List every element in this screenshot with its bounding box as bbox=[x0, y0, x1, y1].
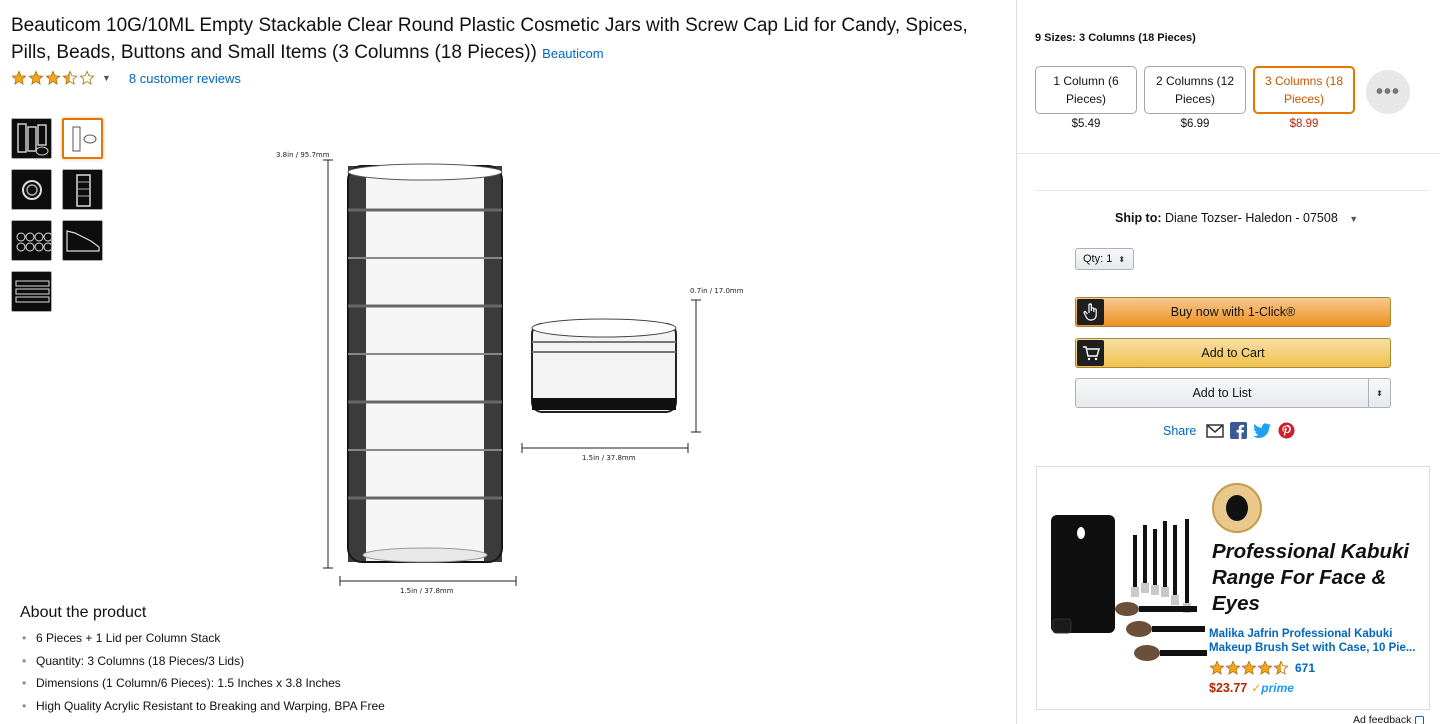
size-option-label: 1 Column (6 Pieces) bbox=[1053, 74, 1119, 106]
prime-label: prime bbox=[1261, 681, 1294, 695]
size-option-label: 2 Columns (12 Pieces) bbox=[1155, 74, 1235, 106]
size-price-2-columns: $6.99 bbox=[1180, 118, 1210, 130]
product-title: Beauticom 10G/10ML Empty Stackable Clear… bbox=[11, 12, 1011, 67]
thumbnail-1[interactable] bbox=[11, 118, 52, 159]
buy-now-button[interactable]: Buy now with 1-Click® bbox=[1075, 297, 1391, 327]
ad-feedback-link[interactable]: Ad feedback bbox=[1353, 714, 1425, 724]
feedback-box-icon bbox=[1415, 715, 1425, 724]
ad-headline[interactable]: Professional Kabuki Range For Face & Eye… bbox=[1212, 539, 1422, 617]
ad-price-row: $23.77 ✓prime bbox=[1209, 681, 1294, 695]
divider bbox=[1017, 153, 1440, 154]
share-row: Share bbox=[1163, 422, 1295, 439]
star-icon bbox=[11, 69, 28, 87]
star-icon bbox=[28, 69, 45, 87]
single-jar bbox=[531, 318, 677, 413]
ad-price: $23.77 bbox=[1209, 681, 1248, 695]
add-to-list-label: Add to List bbox=[1192, 386, 1252, 400]
hand-pointer-icon bbox=[1077, 299, 1104, 325]
star-icon bbox=[1273, 660, 1289, 676]
ship-to-selector[interactable]: Ship to: Diane Tozser- Haledon - 07508 ▼ bbox=[1115, 211, 1358, 225]
about-bullet-list: 6 Pieces + 1 Lid per Column Stack Quanti… bbox=[20, 627, 385, 717]
ad-feedback-label: Ad feedback bbox=[1353, 714, 1412, 724]
main-product-image[interactable]: 3.8in / 95.7mm 1.5in / 37.8mm 0.7in / 17… bbox=[260, 140, 770, 600]
thumbnail-2[interactable] bbox=[62, 118, 103, 159]
size-option-label: 3 Columns (18 Pieces) bbox=[1264, 74, 1344, 106]
brand-logo bbox=[1212, 483, 1262, 533]
brand-link[interactable]: Beauticom bbox=[542, 46, 603, 61]
ad-rating-row[interactable]: 671 bbox=[1209, 660, 1315, 676]
pinterest-icon[interactable] bbox=[1278, 422, 1295, 439]
about-bullet: 6 Pieces + 1 Lid per Column Stack bbox=[20, 627, 385, 650]
rating-row: ▼ 8 customer reviews bbox=[11, 68, 241, 88]
quantity-select[interactable]: Qty: 1 ⬍ bbox=[1075, 248, 1134, 270]
thumbnail-7[interactable] bbox=[11, 271, 52, 312]
ship-to-label: Ship to: bbox=[1115, 211, 1162, 225]
ad-product-image[interactable] bbox=[1047, 511, 1217, 671]
about-bullet: Quantity: 3 Columns (18 Pieces/3 Lids) bbox=[20, 650, 385, 673]
add-to-cart-label: Add to Cart bbox=[1201, 346, 1265, 360]
star-icon bbox=[45, 69, 62, 87]
size-price-3-columns: $8.99 bbox=[1289, 118, 1319, 130]
buy-now-label: Buy now with 1-Click® bbox=[1170, 305, 1296, 319]
email-icon[interactable] bbox=[1206, 423, 1225, 438]
about-bullet: Dimensions (1 Column/6 Pieces): 1.5 Inch… bbox=[20, 672, 385, 695]
about-product-section: About the product 6 Pieces + 1 Lid per C… bbox=[20, 604, 385, 717]
qty-value: 1 bbox=[1106, 253, 1113, 265]
qty-label: Qty: bbox=[1083, 253, 1104, 265]
cart-icon bbox=[1077, 340, 1104, 366]
thumbnail-4[interactable] bbox=[62, 169, 103, 210]
size-price-1-column: $5.49 bbox=[1071, 118, 1101, 130]
thumbnail-list bbox=[11, 118, 103, 312]
ad-review-count: 671 bbox=[1295, 661, 1316, 675]
ad-star-rating bbox=[1209, 660, 1289, 676]
list-dropdown-icon[interactable]: ⬍ bbox=[1368, 379, 1390, 407]
add-to-cart-button[interactable]: Add to Cart bbox=[1075, 338, 1391, 368]
about-bullet: High Quality Acrylic Resistant to Breaki… bbox=[20, 695, 385, 718]
buy-box: 9 Sizes: 3 Columns (18 Pieces) 1 Column … bbox=[1016, 0, 1440, 724]
chevron-down-icon: ▼ bbox=[1349, 214, 1359, 224]
prime-badge: ✓prime bbox=[1251, 681, 1294, 695]
thumbnail-3[interactable] bbox=[11, 169, 52, 210]
more-sizes-button[interactable]: ••• bbox=[1366, 70, 1410, 114]
star-icon bbox=[79, 69, 96, 87]
thumbnail-6[interactable] bbox=[62, 220, 103, 261]
facebook-icon[interactable] bbox=[1230, 422, 1248, 439]
star-rating[interactable] bbox=[11, 69, 96, 87]
ad-product-name-link[interactable]: Malika Jafrin Professional Kabuki Makeup… bbox=[1209, 627, 1429, 655]
size-option-1-column[interactable]: 1 Column (6 Pieces) bbox=[1035, 66, 1137, 114]
small-width-dimension-label: 1.5in / 37.8mm bbox=[582, 454, 636, 462]
updown-arrows-icon: ⬍ bbox=[1118, 254, 1126, 264]
twitter-icon[interactable] bbox=[1253, 422, 1272, 439]
sizes-label: 9 Sizes: 3 Columns (18 Pieces) bbox=[1035, 32, 1196, 44]
star-icon bbox=[1257, 660, 1273, 676]
star-icon bbox=[1241, 660, 1257, 676]
width-dimension-label: 1.5in / 37.8mm bbox=[400, 587, 454, 595]
product-title-text: Beauticom 10G/10ML Empty Stackable Clear… bbox=[11, 15, 968, 63]
small-height-dimension-label: 0.7in / 17.0mm bbox=[690, 287, 744, 295]
add-to-list-button[interactable]: Add to List ⬍ bbox=[1075, 378, 1391, 408]
jar-stack bbox=[347, 163, 503, 563]
divider bbox=[1035, 190, 1429, 191]
size-option-3-columns[interactable]: 3 Columns (18 Pieces) bbox=[1253, 66, 1355, 114]
customer-reviews-link[interactable]: 8 customer reviews bbox=[129, 71, 241, 86]
ship-to-address: Diane Tozser- Haledon - 07508 bbox=[1165, 211, 1338, 225]
star-icon bbox=[1225, 660, 1241, 676]
about-heading: About the product bbox=[20, 604, 147, 621]
height-dimension-label: 3.8in / 95.7mm bbox=[276, 151, 330, 159]
thumbnail-5[interactable] bbox=[11, 220, 52, 261]
star-icon bbox=[1209, 660, 1225, 676]
sponsored-ad[interactable]: Professional Kabuki Range For Face & Eye… bbox=[1036, 466, 1430, 710]
size-option-2-columns[interactable]: 2 Columns (12 Pieces) bbox=[1144, 66, 1246, 114]
star-icon bbox=[62, 69, 79, 87]
share-label: Share bbox=[1163, 423, 1197, 438]
rating-chevron-down-icon[interactable]: ▼ bbox=[102, 73, 111, 83]
